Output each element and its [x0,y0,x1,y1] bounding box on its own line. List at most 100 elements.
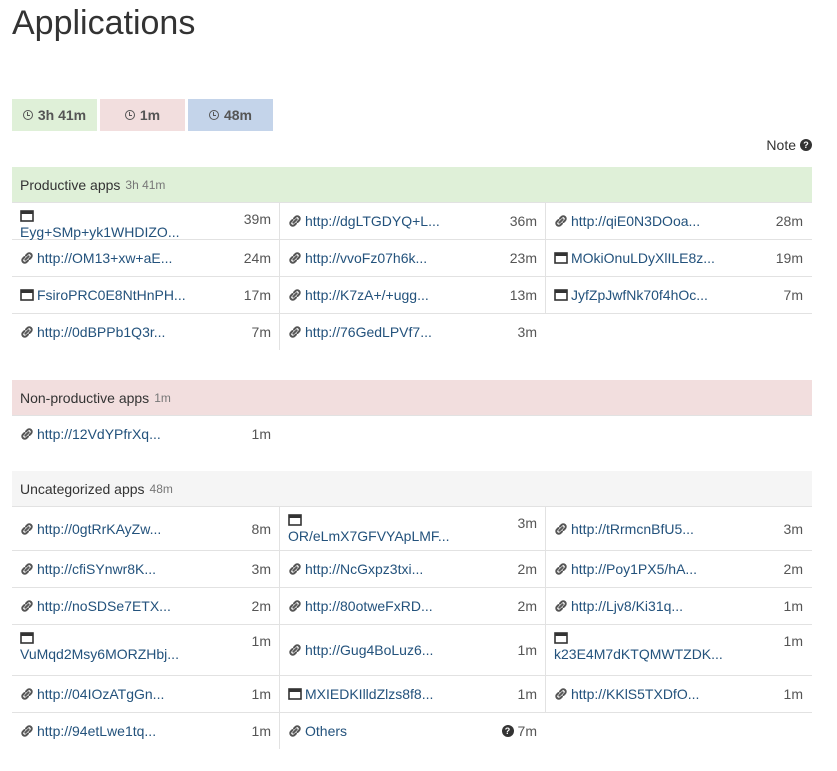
app-link[interactable]: http://04IOzATgGn... [20,686,164,702]
link-icon [554,214,568,228]
app-name: http://tRrmcnBfU5... [571,520,694,537]
app-item: http://04IOzATgGn... 1m [12,676,279,712]
app-link[interactable]: k23E4M7dKTQMWTZDK... [554,631,723,662]
app-name: http://04IOzATgGn... [37,686,165,702]
app-item: http://12VdYPfrXq... 1m [12,416,279,451]
app-duration: 1m [251,686,271,702]
app-link[interactable]: http://K7zA+/+ugg... [288,287,429,303]
app-link[interactable]: http://Ljv8/Ki31q... [554,598,683,614]
app-item: OR/eLmX7GFVYApLMF... 3m [279,507,545,550]
app-duration: 1m [517,642,537,658]
window-icon [288,513,302,527]
empty-cell [279,416,545,451]
app-link[interactable]: OR/eLmX7GFVYApLMF... [288,513,450,544]
app-link[interactable]: http://KKlS5TXDfO... [554,686,699,702]
app-link[interactable]: http://noSDSe7ETX... [20,598,171,614]
app-link[interactable]: http://vvoFz07h6k... [288,250,427,266]
app-name: http://NcGxpz3txi... [305,561,424,577]
app-link[interactable]: http://Poy1PX5/hA... [554,561,697,577]
summary-productive[interactable]: 3h 41m [12,99,97,131]
app-item: http://cfiSYnwr8K... 3m [12,551,279,587]
link-icon [554,562,568,576]
section-productive: Productive apps 3h 41m Eyg+SMp+yk1WHDIZO..… [12,167,812,350]
section-nonproductive: Non-productive apps 1m http://12VdYPfrXq..… [12,380,812,451]
app-row: http://0dBPPb1Q3r... 7m http://76GedLPVf7.… [12,313,812,350]
app-row: http://12VdYPfrXq... 1m [12,415,812,451]
app-duration: 2m [783,561,803,577]
link-icon [20,522,34,536]
app-duration: 7m [783,287,803,303]
link-icon [288,562,302,576]
app-item: http://NcGxpz3txi... 2m [279,551,545,587]
app-link[interactable]: http://0dBPPb1Q3r... [20,324,165,340]
app-link[interactable]: MOkiOnuLDyXlILE8z... [554,250,715,266]
app-name: http://cfiSYnwr8K... [37,561,157,577]
app-duration: 1m [783,633,803,649]
link-icon [20,687,34,701]
app-duration: 3m [783,520,803,537]
app-duration: 28m [775,213,803,229]
app-link[interactable]: FsiroPRC0E8NtHnPH... [20,287,186,303]
app-link[interactable]: http://cfiSYnwr8K... [20,561,156,577]
section-label: Productive apps [20,176,121,193]
app-name: http://0gtRrKAyZw... [37,520,162,537]
app-item: Others? 7m [279,713,545,749]
question-icon[interactable]: ? [501,725,514,737]
app-name: http://76GedLPVf7... [305,324,432,340]
app-link[interactable]: http://tRrmcnBfU5... [554,521,694,537]
app-item: k23E4M7dKTQMWTZDK... 1m [545,625,811,675]
summary-nonproductive-time: 1m [139,107,161,123]
app-link[interactable]: http://qiE0N3DOoa... [554,213,700,229]
app-name: http://80otweFxRD... [305,598,433,614]
app-name: http://OM13+xw+aE... [37,250,173,266]
app-item: FsiroPRC0E8NtHnPH... 17m [12,277,279,313]
app-link[interactable]: http://NcGxpz3txi... [288,561,423,577]
app-link[interactable]: http://94etLwe1tq... [20,723,156,739]
app-link[interactable]: VuMqd2Msy6MORZHbj... [20,631,179,662]
empty-cell [545,314,811,350]
app-link[interactable]: http://80otweFxRD... [288,598,433,614]
app-duration: 1m [517,686,537,702]
time-summary: 3h 41m 1m 48m [12,99,273,131]
others-link[interactable]: Others [288,723,347,739]
app-link[interactable]: http://OM13+xw+aE... [20,250,172,266]
app-row: FsiroPRC0E8NtHnPH... 17m http://K7zA+/+ugg… [12,276,812,313]
app-item: http://tRrmcnBfU5... 3m [545,507,811,550]
clock-icon [124,110,135,120]
app-name: http://12VdYPfrXq... [37,425,161,442]
app-name: http://noSDSe7ETX... [37,598,171,614]
app-link[interactable]: JyfZpJwfNk70f4hOc... [554,287,708,303]
section-header: Non-productive apps 1m [12,380,812,415]
app-link[interactable]: http://76GedLPVf7... [288,324,432,340]
app-name: MXIEDKIlldZlzs8f8... [305,686,434,702]
clock-icon [208,110,219,120]
app-item: http://noSDSe7ETX... 2m [12,588,279,624]
app-name: Others [305,723,348,739]
app-item: http://94etLwe1tq... 1m [12,713,279,749]
app-duration: 36m [509,213,537,229]
window-icon [554,251,568,265]
window-icon [554,288,568,302]
empty-cell [545,713,811,749]
app-link[interactable]: MXIEDKIlldZlzs8f8... [288,686,433,702]
app-duration: 2m [251,598,271,614]
summary-uncategorized[interactable]: 48m [188,99,273,131]
link-icon [20,599,34,613]
note-link[interactable]: Note? [766,137,812,153]
app-link[interactable]: http://dgLTGDYQ+L... [288,213,440,229]
app-name: OR/eLmX7GFVYApLMF... [288,528,450,544]
app-name: http://0dBPPb1Q3r... [37,324,166,340]
link-icon [20,251,34,265]
summary-nonproductive[interactable]: 1m [100,99,185,131]
app-item: MOkiOnuLDyXlILE8z... 19m [545,240,811,276]
app-item: http://OM13+xw+aE... 24m [12,240,279,276]
summary-productive-time: 3h 41m [37,107,87,123]
app-link[interactable]: http://Gug4BoLuz6... [288,642,433,658]
window-icon [288,687,302,701]
app-row: http://noSDSe7ETX... 2m http://80otweFxRD.… [12,587,812,624]
app-link[interactable]: Eyg+SMp+yk1WHDIZO... [20,209,179,240]
window-icon [20,288,34,302]
app-duration: 1m [783,598,803,614]
app-link[interactable]: http://12VdYPfrXq... [20,426,161,442]
app-link[interactable]: http://0gtRrKAyZw... [20,521,161,537]
